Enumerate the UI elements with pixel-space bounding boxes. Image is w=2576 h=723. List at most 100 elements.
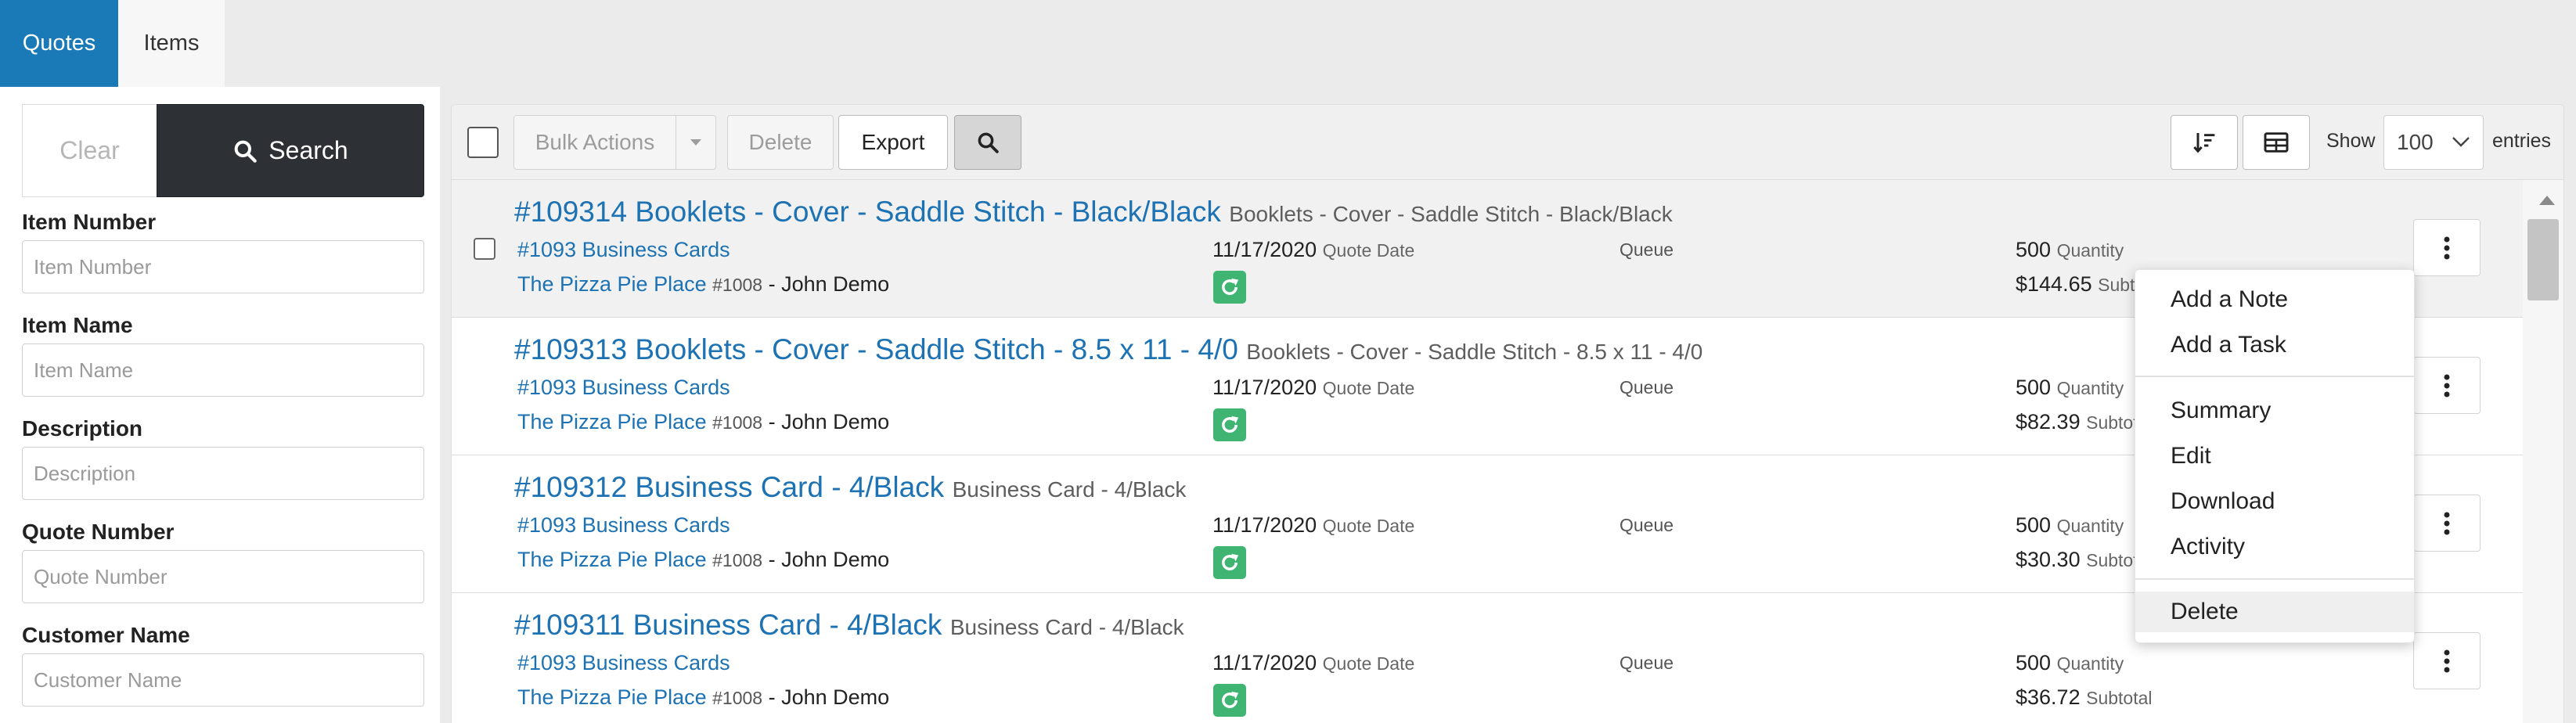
subtotal: $30.30 Subtotal [2016,548,2153,572]
product-link[interactable]: #1093 Business Cards [517,513,730,538]
quantity-label: Quantity [2056,378,2124,398]
menu-item-summary[interactable]: Summary [2135,390,2414,431]
customer-name-input[interactable] [22,653,424,707]
scroll-up-arrow-icon[interactable] [2538,195,2556,206]
vertical-ellipsis-icon [2444,236,2450,259]
customer-link[interactable]: The Pizza Pie Place [517,685,707,709]
contact-name: - John Demo [768,548,890,571]
customer-link[interactable]: The Pizza Pie Place [517,410,707,433]
export-button[interactable]: Export [838,115,948,170]
refresh-icon [1222,415,1239,433]
quote-date: 11/17/2020 Quote Date [1212,376,1414,400]
quote-number-label: Quote Number [22,520,175,544]
quote-date: 11/17/2020 Quote Date [1212,513,1414,538]
quote-date-label: Quote Date [1322,653,1415,674]
item-name-input[interactable] [22,344,424,397]
customer-line: The Pizza Pie Place #1008 - John Demo [517,410,889,434]
entries-select[interactable]: 100 [2383,115,2484,170]
contact-name: - John Demo [768,685,890,709]
quantity-value: 500 [2016,238,2052,261]
menu-item-activity[interactable]: Activity [2135,527,2414,567]
product-link[interactable]: #1093 Business Cards [517,376,730,400]
quote-subtitle: Booklets - Cover - Saddle Stitch - 8.5 x… [1246,340,1703,364]
customer-link[interactable]: The Pizza Pie Place [517,548,707,571]
refresh-button[interactable] [1213,408,1246,441]
quote-date-label: Quote Date [1322,516,1415,536]
refresh-button[interactable] [1213,684,1246,717]
menu-divider [2135,376,2414,377]
quote-number-input[interactable] [22,550,424,603]
customer-id: #1008 [712,412,763,433]
customer-link[interactable]: The Pizza Pie Place [517,272,707,296]
bulk-actions-button[interactable]: Bulk Actions [513,115,676,170]
quantity: 500 Quantity [2016,651,2124,675]
delete-button[interactable]: Delete [727,115,834,170]
toolbar: Bulk Actions Delete Export Show 100 entr… [452,105,2563,180]
scrollbar-thumb[interactable] [2527,219,2559,300]
bulk-actions-toggle[interactable] [676,115,716,170]
quantity: 500 Quantity [2016,513,2124,538]
row-actions-button[interactable] [2413,219,2481,276]
quantity-label: Quantity [2056,240,2124,261]
menu-item-add-note[interactable]: Add a Note [2135,279,2414,320]
quote-title-link[interactable]: #109312 Business Card - 4/Black [514,471,944,503]
refresh-button[interactable] [1213,546,1246,579]
search-button-label: Search [268,136,348,164]
sort-button[interactable] [2171,115,2238,170]
quote-date-value: 11/17/2020 [1212,376,1317,399]
subtotal-value: $36.72 [2016,685,2081,709]
description-input[interactable] [22,447,424,500]
product-link[interactable]: #1093 Business Cards [517,651,730,675]
search-button[interactable]: Search [157,104,424,197]
quote-subtitle: Booklets - Cover - Saddle Stitch - Black… [1229,202,1673,226]
subtotal-value: $30.30 [2016,548,2081,571]
menu-item-delete[interactable]: Delete [2135,592,2414,632]
tab-quotes[interactable]: Quotes [0,0,118,87]
customer-line: The Pizza Pie Place #1008 - John Demo [517,272,889,297]
vertical-ellipsis-icon [2444,512,2450,534]
queue-label: Queue [1619,653,1674,673]
quote-title-link[interactable]: #109311 Business Card - 4/Black [514,609,942,641]
tab-items[interactable]: Items [118,0,225,87]
quote-date: 11/17/2020 Quote Date [1212,238,1414,262]
row-checkbox[interactable] [474,238,495,260]
subtotal-value: $82.39 [2016,410,2081,433]
caret-down-icon [690,139,701,146]
menu-item-edit[interactable]: Edit [2135,436,2414,477]
entries-label: entries [2492,130,2552,152]
queue-label: Queue [1619,515,1674,535]
quote-date-value: 11/17/2020 [1212,238,1317,261]
select-all-checkbox[interactable] [467,127,499,158]
item-number-input[interactable] [22,240,424,293]
quantity-label: Quantity [2056,653,2124,674]
clear-button[interactable]: Clear [22,104,157,197]
table-columns-icon [2264,132,2289,153]
row-title: #109313 Booklets - Cover - Saddle Stitch… [514,333,1702,366]
quote-title-link[interactable]: #109313 Booklets - Cover - Saddle Stitch… [514,333,1238,365]
refresh-icon [1222,691,1239,708]
search-icon [978,132,999,153]
contact-name: - John Demo [768,410,890,433]
vertical-ellipsis-icon [2444,374,2450,397]
quote-subtitle: Business Card - 4/Black [949,615,1184,639]
menu-item-download[interactable]: Download [2135,481,2414,522]
row-actions-button[interactable] [2413,495,2481,552]
row-actions-button[interactable] [2413,357,2481,414]
quote-date-value: 11/17/2020 [1212,651,1317,674]
menu-divider [2135,578,2414,580]
product-link[interactable]: #1093 Business Cards [517,238,730,262]
subtotal-value: $144.65 [2016,272,2092,296]
row-actions-button[interactable] [2413,632,2481,689]
quote-subtitle: Business Card - 4/Black [952,477,1187,502]
quote-title-link[interactable]: #109314 Booklets - Cover - Saddle Stitch… [514,196,1221,228]
refresh-button[interactable] [1213,271,1246,304]
sort-icon [2193,133,2215,153]
toolbar-search-button[interactable] [954,115,1021,170]
customer-id: #1008 [712,688,763,708]
top-tabs: Quotes Items [0,0,225,87]
quote-date-value: 11/17/2020 [1212,513,1317,537]
menu-item-add-task[interactable]: Add a Task [2135,325,2414,365]
columns-button[interactable] [2243,115,2310,170]
quantity-label: Quantity [2056,516,2124,536]
quantity-value: 500 [2016,513,2052,537]
